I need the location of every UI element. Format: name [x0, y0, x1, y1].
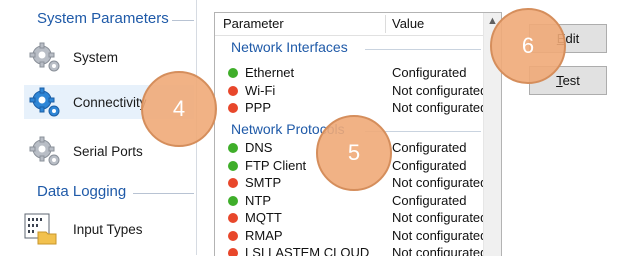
- row-name: FTP Client: [245, 158, 307, 173]
- status-green-icon: [228, 68, 238, 78]
- row-value: Not configurated: [392, 83, 488, 98]
- test-button-label: est: [562, 73, 580, 88]
- column-header-value[interactable]: Value: [386, 13, 490, 36]
- row-value: Configurated: [392, 193, 467, 208]
- status-red-icon: [228, 178, 238, 188]
- status-red-icon: [228, 231, 238, 241]
- callout-5: 5: [316, 115, 392, 191]
- row-value: Not configurated: [392, 210, 488, 225]
- column-header-parameter[interactable]: Parameter: [215, 13, 393, 36]
- status-green-icon: [228, 196, 238, 206]
- row-value: Configurated: [392, 140, 467, 155]
- row-name: PPP: [245, 100, 272, 115]
- row-value: Not configurated: [392, 245, 488, 256]
- row-name: Wi-Fi: [245, 83, 276, 98]
- callout-4: 4: [141, 71, 217, 147]
- status-green-icon: [228, 143, 238, 153]
- status-green-icon: [228, 161, 238, 171]
- sidebar-item-label: Input Types: [73, 221, 143, 237]
- section-divider: [133, 193, 194, 194]
- section-header-data-logging: Data Logging: [37, 183, 127, 200]
- group-divider: [365, 49, 481, 50]
- status-red-icon: [228, 103, 238, 113]
- gear-icon: [29, 136, 60, 166]
- row-name: MQTT: [245, 210, 282, 225]
- callout-6: 6: [490, 8, 566, 84]
- status-red-icon: [228, 213, 238, 223]
- sidebar-item-label: System: [73, 49, 119, 65]
- row-name: SMTP: [245, 175, 282, 190]
- gear-icon: [29, 42, 60, 72]
- row-name: NTP: [245, 193, 271, 208]
- row-name: DNS: [245, 140, 273, 155]
- section-header-system-parameters: System Parameters: [37, 10, 169, 27]
- row-value: Not configurated: [392, 175, 488, 190]
- row-value: Not configurated: [392, 228, 488, 243]
- sidebar-item-label: Connectivity: [73, 94, 147, 110]
- section-divider: [172, 20, 194, 21]
- row-name: RMAP: [245, 228, 283, 243]
- row-name: Ethernet: [245, 65, 295, 80]
- status-red-icon: [228, 86, 238, 96]
- row-value: Configurated: [392, 65, 467, 80]
- sidebar-item-label: Serial Ports: [73, 143, 143, 159]
- row-value: Configurated: [392, 158, 467, 173]
- sidebar-item-system[interactable]: System: [24, 40, 194, 74]
- row-value: Not configurated: [392, 100, 488, 115]
- group-header-network-interfaces: Network Interfaces: [231, 39, 348, 55]
- row-name: LSI LASTEM CLOUD: [245, 245, 370, 256]
- binary-folder-icon: [24, 213, 57, 245]
- sidebar-item-input-types[interactable]: Input Types: [24, 212, 194, 246]
- edit-button-label: dit: [565, 31, 580, 46]
- gear-blue-icon: [29, 87, 60, 117]
